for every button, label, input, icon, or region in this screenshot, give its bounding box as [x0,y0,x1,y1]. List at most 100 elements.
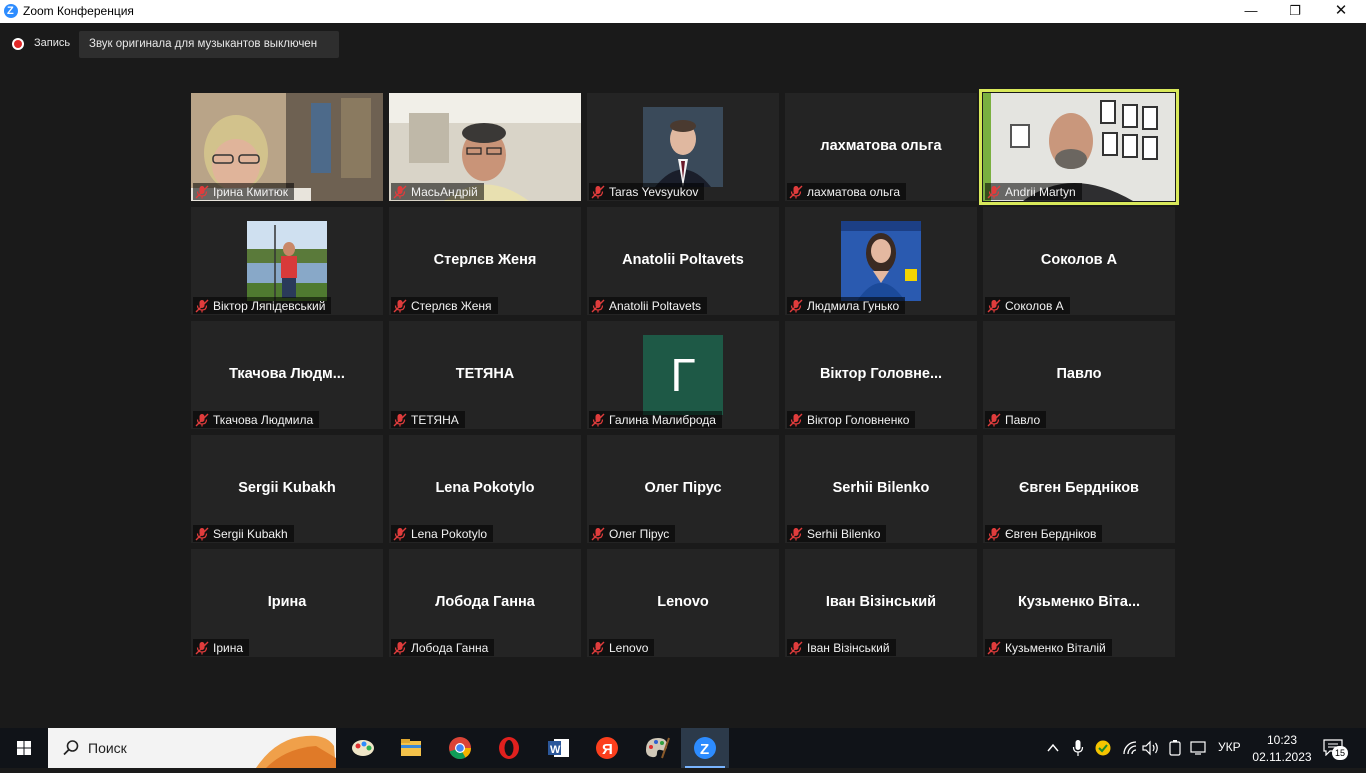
mic-muted-icon [393,527,407,541]
windows-icon [17,741,31,755]
participant-label: Павло [985,411,1047,428]
mic-muted-icon [195,185,209,199]
participant-name: Євген Бердніков [1005,526,1097,541]
microphone-icon[interactable] [1072,739,1084,757]
taskbar-app-palette[interactable] [632,728,680,768]
participant-display-name: Кузьменко Віта... [1017,594,1141,610]
profile-photo [643,107,723,187]
participant-name: Віктор Головненко [807,412,910,427]
participant-display-name: Віктор Головне... [819,366,943,382]
mic-muted-icon [393,185,407,199]
participant-tile[interactable]: Стерлєв Женя Стерлєв Женя [389,207,581,315]
profile-photo [247,221,327,301]
mic-muted-icon [393,641,407,655]
taskbar-app-yandex[interactable]: Я [583,728,631,768]
taskbar-app-file-explorer[interactable] [387,728,435,768]
taskbar-app-paint[interactable] [339,728,387,768]
search-highlight-icon [236,728,336,768]
mic-muted-icon [195,413,209,427]
participant-name: Serhii Bilenko [807,526,881,541]
participant-tile[interactable]: Taras Yevsyukov [587,93,779,201]
participant-tile[interactable]: Лобода Ганна Лобода Ганна [389,549,581,657]
security-badge-icon[interactable] [1094,739,1112,757]
participant-display-name: Lena Pokotylo [435,480,535,496]
participant-display-name: Anatolii Poltavets [622,252,744,268]
taskbar-app-chrome[interactable] [436,728,484,768]
participant-tile[interactable]: Павло Павло [983,321,1175,429]
mic-muted-icon [987,413,1001,427]
clock-time[interactable]: 10:23 [1254,733,1310,747]
participant-label: Євген Бердніков [985,525,1103,542]
language-indicator[interactable]: УКР [1218,740,1241,754]
minimize-button[interactable]: — [1228,0,1274,23]
participant-tile[interactable]: Ткачова Людм... Ткачова Людмила [191,321,383,429]
participant-tile[interactable]: Євген Бердніков Євген Бердніков [983,435,1175,543]
title-bar: Zoom Конференция — ❐ ✕ [0,0,1366,23]
participant-name: Стерлєв Женя [411,298,492,313]
notification-center[interactable]: 15 [1322,738,1352,760]
mic-muted-icon [987,185,1001,199]
participant-tile[interactable]: Г Галина Малиброда [587,321,779,429]
participant-tile[interactable]: Іван Візінський Іван Візінський [785,549,977,657]
participant-display-name: Sergii Kubakh [238,480,336,496]
participant-tile[interactable]: Anatolii Poltavets Anatolii Poltavets [587,207,779,315]
participant-name: Людмила Гунько [807,298,900,313]
participant-label: Олег Пірус [589,525,676,542]
mic-muted-icon [591,527,605,541]
mic-muted-icon [789,299,803,313]
participant-label: Стерлєв Женя [391,297,498,314]
participant-tile[interactable]: Кузьменко Віта... Кузьменко Віталій [983,549,1175,657]
participant-label: Іван Візінський [787,639,896,656]
participant-label: Taras Yevsyukov [589,183,705,200]
participant-tile[interactable]: МасьАндрій [389,93,581,201]
participant-name: Іван Візінський [807,640,890,655]
participant-tile[interactable]: лахматова ольга лахматова ольга [785,93,977,201]
participant-label: Лобода Ганна [391,639,495,656]
participant-tile[interactable]: Людмила Гунько [785,207,977,315]
start-button[interactable] [0,728,48,768]
palette-icon [632,728,680,773]
participant-tile[interactable]: ТЕТЯНА ТЕТЯНА [389,321,581,429]
participant-tile[interactable]: Віктор Головне... Віктор Головненко [785,321,977,429]
mic-muted-icon [987,299,1001,313]
clock-date[interactable]: 02.11.2023 [1250,750,1314,764]
mic-muted-icon [789,527,803,541]
battery-icon[interactable] [1168,740,1182,756]
participant-label: Anatolii Poltavets [589,297,708,314]
notification-badge: 15 [1332,746,1348,760]
network-icon[interactable] [1190,740,1208,756]
taskbar-app-zoom[interactable]: Z [681,728,729,768]
paint-icon [339,728,387,773]
participant-tile[interactable]: Lenovo Lenovo [587,549,779,657]
chevron-up-icon[interactable] [1046,741,1060,755]
maximize-button[interactable]: ❐ [1272,0,1318,23]
participant-tile[interactable]: Віктор Ляпідевський [191,207,383,315]
participant-name: Олег Пірус [609,526,670,541]
participant-name: Галина Малиброда [609,412,716,427]
close-button[interactable]: ✕ [1318,0,1364,23]
record-icon [12,38,24,50]
participant-name: МасьАндрій [411,184,478,199]
svg-text:W: W [550,744,561,756]
participant-display-name: Ірина [267,594,307,610]
participant-tile[interactable]: Ірина Ірина [191,549,383,657]
mic-muted-icon [987,641,1001,655]
file-explorer-icon [387,728,435,773]
participant-tile[interactable]: Олег Пірус Олег Пірус [587,435,779,543]
participant-tile[interactable]: Sergii Kubakh Sergii Kubakh [191,435,383,543]
original-sound-button[interactable]: Звук оригинала для музыкантов выключен [79,31,339,58]
participant-tile[interactable]: Ірина Кмитюк [191,93,383,201]
wifi-icon[interactable] [1122,740,1138,756]
taskbar-app-opera[interactable] [485,728,533,768]
participant-display-name: Лобода Ганна [435,594,535,610]
mic-muted-icon [987,527,1001,541]
chrome-icon [436,728,484,773]
participant-tile[interactable]: Соколов А Соколов А [983,207,1175,315]
participant-tile[interactable]: Serhii Bilenko Serhii Bilenko [785,435,977,543]
participant-tile[interactable]: Lena Pokotylo Lena Pokotylo [389,435,581,543]
svg-text:Я: Я [602,741,613,758]
taskbar-app-word[interactable]: W [534,728,582,768]
mic-muted-icon [591,641,605,655]
participant-tile[interactable]: Andrii Martyn [979,89,1179,205]
volume-icon[interactable] [1142,740,1160,756]
